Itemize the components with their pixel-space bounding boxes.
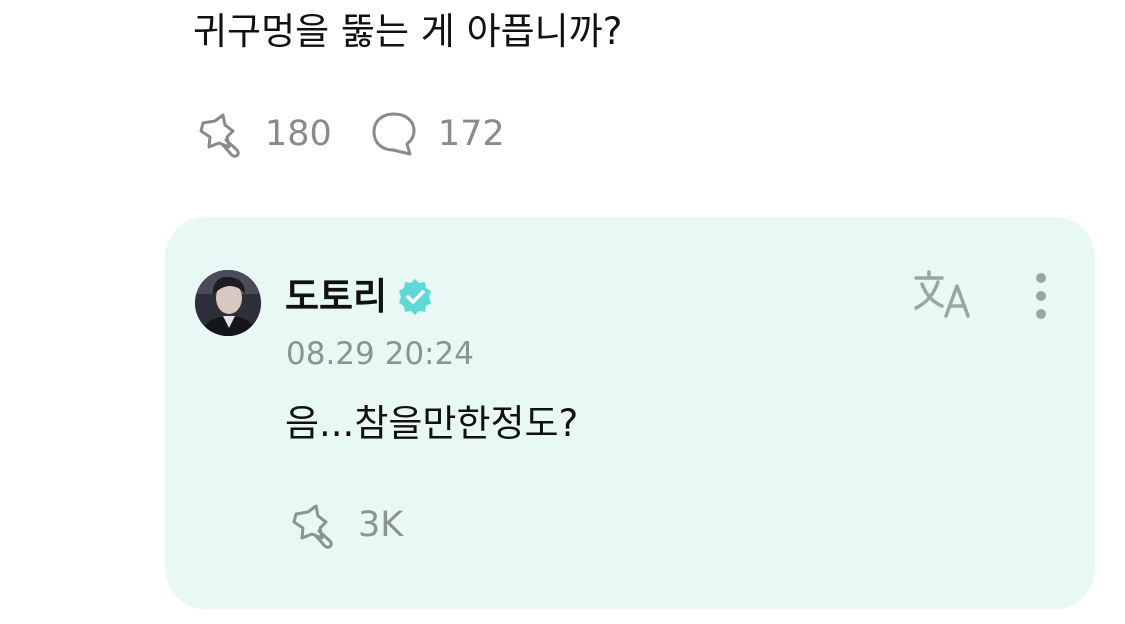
reply-timestamp: 08.29 20:24 [286,336,474,372]
speech-bubble-icon [372,112,416,156]
avatar-image [195,270,261,336]
star-like-icon [199,113,240,158]
verified-badge-icon [399,279,432,315]
more-options-button[interactable] [1026,271,1056,321]
reply-like-button[interactable]: 3K [286,501,403,549]
reply-text: 음...참을만한정도? [285,402,579,445]
reply-like-count: 3K [358,505,404,545]
post-comment-count: 172 [437,114,505,154]
reply-author[interactable]: 도토리 [285,273,435,321]
thread-view: 귀구멍을 뚫는 게 아픕니까? 180 172 도토리 08.29 20:24 … [0,0,1125,624]
reply-card: 도토리 08.29 20:24 음...참을만한정도? 3K [165,217,1095,609]
star-like-icon [292,504,333,549]
avatar[interactable] [195,270,261,336]
post-comment-button[interactable]: 172 [370,110,505,158]
author-name: 도토리 [285,275,388,318]
post-like-button[interactable]: 180 [193,109,332,159]
post-like-count: 180 [265,114,332,154]
post-actions: 180 172 [193,110,505,158]
post-text: 귀구멍을 뚫는 게 아픕니까? [193,10,623,53]
translate-icon [914,270,970,318]
translate-button[interactable] [912,270,974,324]
